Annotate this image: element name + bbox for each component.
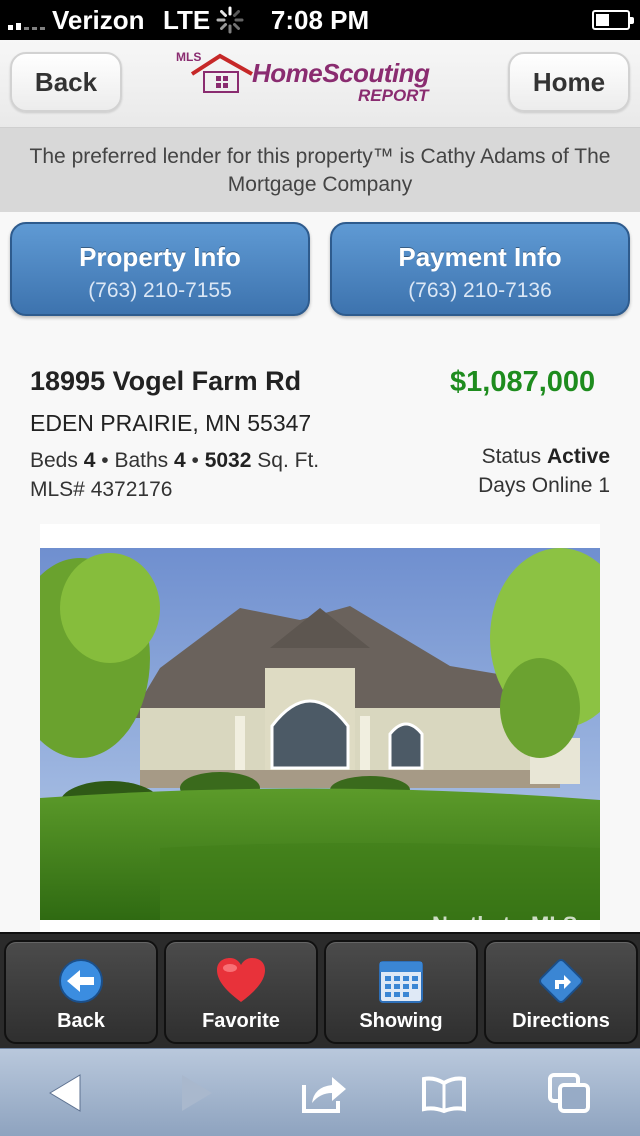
property-info-button[interactable]: Property Info (763) 210-7155 <box>10 222 310 316</box>
listing-specs: Beds 4 • Baths 4 • 5032 Sq. Ft. <box>30 449 320 472</box>
directions-icon <box>539 959 583 1003</box>
listing-status: Status Active <box>360 445 610 469</box>
property-info-label: Property Info <box>79 242 241 272</box>
listing-city: EDEN PRAIRIE, MN 55347 <box>30 410 312 436</box>
safari-forward-icon[interactable] <box>170 1071 218 1115</box>
header-home-button[interactable]: Home <box>508 52 630 112</box>
beds-label: Beds <box>30 449 78 472</box>
status-value: Active <box>546 445 610 468</box>
property-info-phone: (763) 210-7155 <box>88 279 232 302</box>
info-buttons: Property Info (763) 210-7155 Payment Inf… <box>0 212 640 328</box>
back-arrow-icon <box>59 959 103 1003</box>
clock: 7:08 PM <box>270 5 370 35</box>
tabs-icon[interactable] <box>546 1071 594 1115</box>
mls-number: MLS# 4372176 <box>30 478 172 502</box>
lender-banner: The preferred lender for this property™ … <box>0 128 640 212</box>
bookmarks-icon[interactable] <box>420 1071 468 1115</box>
sqft-label: Sq. Ft. <box>257 449 320 472</box>
status-label: Status <box>481 445 542 468</box>
safari-toolbar <box>0 1048 640 1136</box>
mls-value: 4372176 <box>90 478 173 501</box>
toolbar-back-label: Back <box>57 1010 105 1032</box>
header-back-button[interactable]: Back <box>10 52 122 112</box>
status-bar: Verizon LTE 7:08 PM <box>0 0 640 40</box>
payment-info-phone: (763) 210-7136 <box>408 279 552 302</box>
toolbar-back-button[interactable]: Back <box>4 940 158 1044</box>
listing-details: 18995 Vogel Farm Rd $1,087,000 EDEN PRAI… <box>0 328 640 932</box>
logo-subtitle: REPORT <box>358 86 429 105</box>
property-photo[interactable]: NorthstarMLS <box>40 524 600 932</box>
payment-info-button[interactable]: Payment Info (763) 210-7136 <box>330 222 630 316</box>
mls-label: MLS# <box>30 478 85 501</box>
safari-back-icon[interactable] <box>44 1071 92 1115</box>
baths-value: 4 <box>173 449 186 472</box>
heart-icon <box>217 958 265 1002</box>
payment-info-label: Payment Info <box>398 242 562 272</box>
beds-value: 4 <box>83 449 96 472</box>
battery-icon <box>592 10 634 30</box>
photo-watermark: NorthstarMLS <box>432 912 578 932</box>
days-online: Days Online 1 <box>360 474 610 498</box>
house-photo-image <box>40 548 600 920</box>
directions-button[interactable]: Directions <box>484 940 638 1044</box>
calendar-icon <box>379 961 423 1003</box>
showing-label: Showing <box>359 1010 443 1032</box>
favorite-button[interactable]: Favorite <box>164 940 318 1044</box>
days-label: Days Online <box>478 474 593 497</box>
logo-title: HomeScouting <box>252 58 430 88</box>
app-header: Back MLS HomeScouting REPORT Home <box>0 40 640 128</box>
house-logo-icon <box>190 53 253 93</box>
days-value: 1 <box>598 474 610 497</box>
baths-label: Baths <box>114 449 169 472</box>
listing-price: $1,087,000 <box>450 366 596 398</box>
sqft-value: 5032 <box>204 449 252 472</box>
bottom-toolbar: Back Favorite Showing Directions <box>0 932 640 1048</box>
listing-address: 18995 Vogel Farm Rd <box>30 366 302 396</box>
share-icon[interactable] <box>300 1071 348 1115</box>
favorite-label: Favorite <box>202 1010 280 1032</box>
homescouting-logo: MLS HomeScouting REPORT <box>172 50 468 112</box>
showing-button[interactable]: Showing <box>324 940 478 1044</box>
directions-label: Directions <box>512 1010 610 1032</box>
